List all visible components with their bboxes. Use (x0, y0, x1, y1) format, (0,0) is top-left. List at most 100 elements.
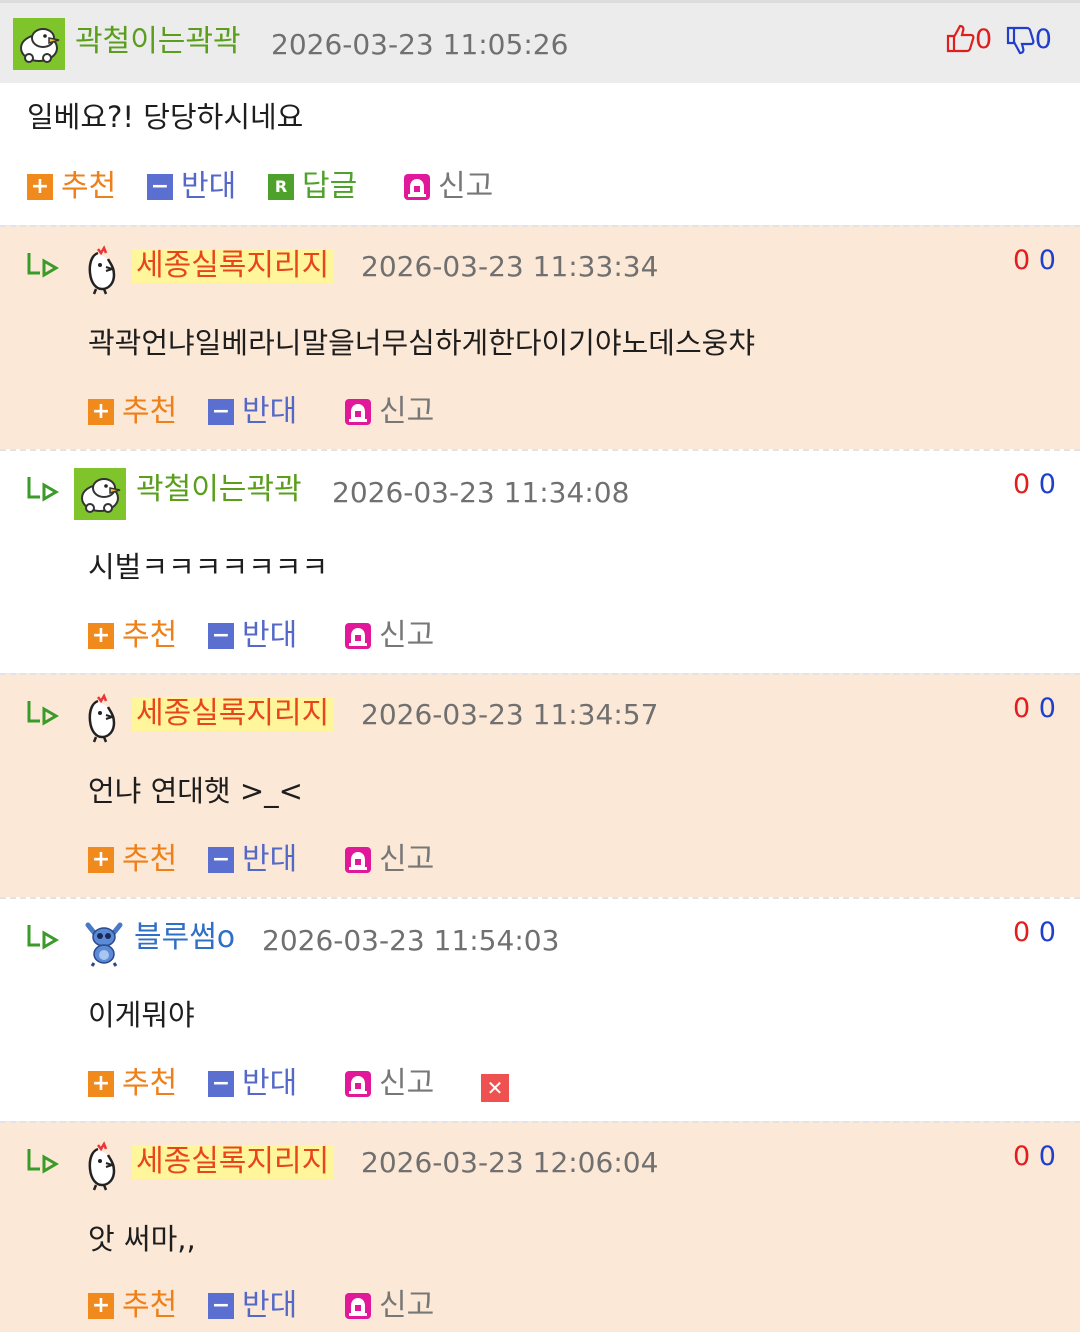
oppose-label: 반대 (242, 842, 298, 877)
reply-arrow-icon (27, 253, 59, 278)
plus-icon: + (88, 623, 114, 649)
siren-icon (345, 623, 371, 649)
delete-button[interactable]: ✕ (481, 1074, 509, 1102)
recommend-label: 추천 (122, 394, 178, 429)
recommend-button[interactable]: + 추천 (88, 1069, 177, 1099)
recommend-button[interactable]: + 추천 (27, 172, 116, 202)
reply-text: 언냐 연대햇 >_< (88, 774, 303, 808)
close-icon: ✕ (486, 1076, 504, 1100)
oppose-label: 반대 (242, 1066, 298, 1101)
vote-counts: 0 0 (945, 23, 1052, 56)
up-count: 0 (1013, 1141, 1031, 1172)
reply-text: 곽곽언냐일베라니말을너무심하게한다이기야노데스웅챠 (88, 326, 756, 360)
reply-item: 세종실록지리지 2026-03-23 12:06:04 0 0 앗 써마,, +… (0, 1121, 1080, 1332)
up-count: 0 (1013, 693, 1031, 724)
report-button[interactable]: 신고 (345, 397, 434, 427)
minus-icon: − (208, 399, 234, 425)
chick-avatar-icon[interactable] (84, 693, 120, 743)
oppose-button[interactable]: − 반대 (147, 172, 236, 202)
down-count: 0 (1038, 245, 1056, 276)
report-button[interactable]: 신고 (345, 1291, 434, 1321)
up-count: 0 (975, 24, 993, 55)
recommend-button[interactable]: + 추천 (88, 845, 177, 875)
oppose-button[interactable]: − 반대 (208, 621, 297, 651)
report-label: 신고 (379, 842, 435, 877)
reply-r-icon: R (268, 174, 294, 200)
oppose-button[interactable]: − 반대 (208, 397, 297, 427)
author-nickname[interactable]: 블루썸o (134, 923, 235, 953)
reply-timestamp: 2026-03-23 11:54:03 (262, 924, 560, 957)
comment-text: 일베요?! 당당하시네요 (27, 100, 304, 134)
reply-timestamp: 2026-03-23 12:06:04 (361, 1146, 659, 1179)
author-nickname[interactable]: 세종실록지리지 (132, 697, 334, 731)
plus-icon: + (27, 174, 53, 200)
plus-icon: + (88, 399, 114, 425)
reply-timestamp: 2026-03-23 11:33:34 (361, 250, 659, 283)
report-label: 신고 (379, 1288, 435, 1323)
stitch-avatar-icon[interactable] (84, 917, 124, 967)
recommend-label: 추천 (122, 1066, 178, 1101)
reply-timestamp: 2026-03-23 11:34:57 (361, 698, 659, 731)
author-nickname[interactable]: 세종실록지리지 (132, 249, 334, 283)
chick-avatar-icon[interactable] (84, 245, 120, 295)
reply-item: 세종실록지리지 2026-03-23 11:33:34 0 0 곽곽언냐일베라니… (0, 225, 1080, 449)
vote-counts: 0 0 (1013, 695, 1056, 722)
reply-text: 앗 써마,, (88, 1222, 196, 1256)
recommend-button[interactable]: + 추천 (88, 397, 177, 427)
recommend-button[interactable]: + 추천 (88, 621, 177, 651)
vote-counts: 0 0 (1013, 247, 1056, 274)
author-nickname[interactable]: 곽철이는곽곽 (136, 475, 302, 505)
recommend-label: 추천 (122, 618, 178, 653)
oppose-button[interactable]: − 반대 (208, 845, 297, 875)
plus-icon: + (88, 1071, 114, 1097)
minus-icon: − (208, 847, 234, 873)
oppose-label: 반대 (242, 394, 298, 429)
vote-counts: 0 0 (1013, 919, 1056, 946)
reply-arrow-icon (27, 701, 59, 726)
reply-arrow-icon (27, 477, 59, 502)
comment-header: 곽철이는곽곽 2026-03-23 11:05:26 0 0 (0, 0, 1080, 83)
down-count: 0 (1038, 1141, 1056, 1172)
minus-icon: − (208, 623, 234, 649)
report-button[interactable]: 신고 (345, 1069, 434, 1099)
up-count: 0 (1013, 469, 1031, 500)
recommend-label: 추천 (122, 1288, 178, 1323)
report-button[interactable]: 신고 (404, 172, 493, 202)
up-count: 0 (1013, 245, 1031, 276)
down-count: 0 (1038, 917, 1056, 948)
recommend-label: 추천 (122, 842, 178, 877)
comment-timestamp: 2026-03-23 11:05:26 (271, 28, 569, 61)
down-count: 0 (1034, 24, 1052, 55)
report-button[interactable]: 신고 (345, 845, 434, 875)
oppose-label: 반대 (242, 1288, 298, 1323)
minus-icon: − (147, 174, 173, 200)
reply-button[interactable]: R 답글 (268, 172, 357, 202)
report-button[interactable]: 신고 (345, 621, 434, 651)
down-count: 0 (1038, 693, 1056, 724)
avatar[interactable] (74, 468, 126, 520)
reply-item: 세종실록지리지 2026-03-23 11:34:57 0 0 언냐 연대햇 >… (0, 673, 1080, 897)
plus-icon: + (88, 847, 114, 873)
duck-avatar-icon (20, 28, 60, 63)
oppose-button[interactable]: − 반대 (208, 1291, 297, 1321)
plus-icon: + (88, 1293, 114, 1319)
reply-text: 이게뭐야 (88, 998, 195, 1032)
chick-avatar-icon[interactable] (84, 1141, 120, 1191)
thumbs-up-icon[interactable] (945, 23, 975, 53)
recommend-button[interactable]: + 추천 (88, 1291, 177, 1321)
author-nickname[interactable]: 세종실록지리지 (132, 1145, 334, 1179)
duck-avatar-icon (81, 478, 121, 513)
reply-arrow-icon (27, 925, 59, 950)
siren-icon (345, 399, 371, 425)
author-nickname[interactable]: 곽철이는곽곽 (75, 27, 241, 57)
up-count: 0 (1013, 917, 1031, 948)
reply-timestamp: 2026-03-23 11:34:08 (332, 476, 630, 509)
avatar[interactable] (13, 18, 65, 70)
siren-icon (345, 1071, 371, 1097)
oppose-label: 반대 (242, 618, 298, 653)
oppose-button[interactable]: − 반대 (208, 1069, 297, 1099)
thumbs-down-icon[interactable] (1005, 26, 1035, 56)
report-label: 신고 (438, 169, 494, 204)
recommend-label: 추천 (61, 169, 117, 204)
reply-item: 블루썸o 2026-03-23 11:54:03 0 0 이게뭐야 + 추천 − 반… (0, 897, 1080, 1121)
